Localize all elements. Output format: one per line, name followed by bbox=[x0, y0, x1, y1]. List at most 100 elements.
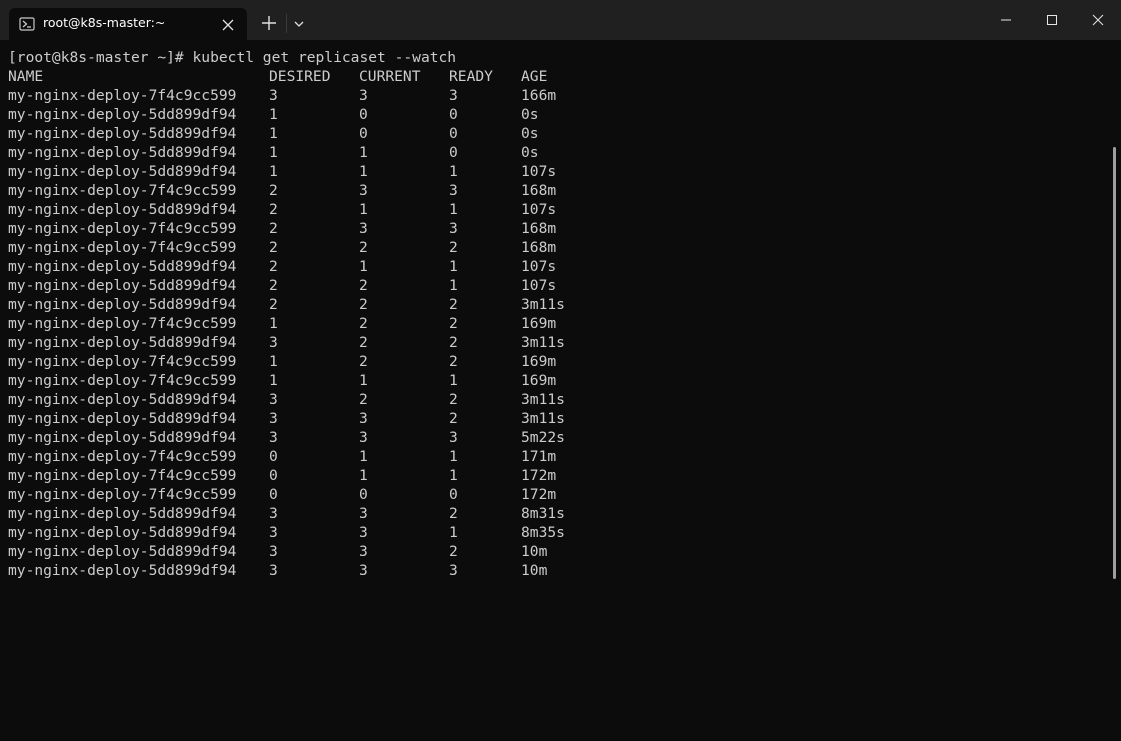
cell-current: 1 bbox=[359, 372, 368, 389]
cell-age: 107s bbox=[521, 277, 557, 294]
cell-current: 1 bbox=[359, 258, 368, 275]
cell-name: my-nginx-deploy-5dd899df94 bbox=[8, 505, 237, 522]
cell-age: 3m11s bbox=[521, 391, 565, 408]
cell-desired: 3 bbox=[269, 543, 278, 560]
maximize-button[interactable] bbox=[1029, 0, 1075, 40]
cell-ready: 0 bbox=[449, 144, 458, 161]
table-row: my-nginx-deploy-5dd899df94 1 0 0 0s bbox=[8, 105, 539, 124]
cell-current: 0 bbox=[359, 125, 368, 142]
cell-desired: 3 bbox=[269, 562, 278, 579]
minimize-button[interactable] bbox=[983, 0, 1029, 40]
cell-desired: 0 bbox=[269, 486, 278, 503]
cell-age: 3m11s bbox=[521, 334, 565, 351]
cell-desired: 1 bbox=[269, 125, 278, 142]
cell-age: 10m bbox=[521, 543, 548, 560]
cell-ready: 2 bbox=[449, 391, 458, 408]
cell-age: 172m bbox=[521, 467, 557, 484]
cell-age: 168m bbox=[521, 239, 557, 256]
table-row: my-nginx-deploy-5dd899df94 1 1 1 107s bbox=[8, 162, 556, 181]
table-row: my-nginx-deploy-5dd899df94 3 3 2 3m11s bbox=[8, 409, 565, 428]
cell-name: my-nginx-deploy-5dd899df94 bbox=[8, 334, 237, 351]
table-row: my-nginx-deploy-5dd899df94 2 1 1 107s bbox=[8, 257, 556, 276]
cell-name: my-nginx-deploy-7f4c9cc599 bbox=[8, 220, 237, 237]
cell-age: 8m31s bbox=[521, 505, 565, 522]
cell-current: 3 bbox=[359, 220, 368, 237]
cell-name: my-nginx-deploy-7f4c9cc599 bbox=[8, 182, 237, 199]
cell-ready: 0 bbox=[449, 106, 458, 123]
table-row: my-nginx-deploy-7f4c9cc599 1 1 1 169m bbox=[8, 371, 556, 390]
cell-name: my-nginx-deploy-7f4c9cc599 bbox=[8, 486, 237, 503]
cell-name: my-nginx-deploy-7f4c9cc599 bbox=[8, 87, 237, 104]
header-ready: READY bbox=[449, 68, 493, 85]
cell-current: 3 bbox=[359, 543, 368, 560]
cell-ready: 2 bbox=[449, 505, 458, 522]
cell-name: my-nginx-deploy-5dd899df94 bbox=[8, 144, 237, 161]
header-age: AGE bbox=[521, 68, 548, 85]
title-bar[interactable]: root@k8s-master:~ bbox=[0, 0, 1121, 40]
cell-current: 2 bbox=[359, 296, 368, 313]
cell-name: my-nginx-deploy-5dd899df94 bbox=[8, 296, 237, 313]
cell-age: 10m bbox=[521, 562, 548, 579]
cell-name: my-nginx-deploy-5dd899df94 bbox=[8, 410, 237, 427]
cell-current: 0 bbox=[359, 106, 368, 123]
table-row: my-nginx-deploy-5dd899df94 2 1 1 107s bbox=[8, 200, 556, 219]
cell-ready: 3 bbox=[449, 220, 458, 237]
cell-desired: 1 bbox=[269, 353, 278, 370]
cell-age: 0s bbox=[521, 106, 539, 123]
scrollbar[interactable] bbox=[1113, 147, 1116, 579]
table-row: my-nginx-deploy-5dd899df94 1 1 0 0s bbox=[8, 143, 539, 162]
cell-name: my-nginx-deploy-5dd899df94 bbox=[8, 106, 237, 123]
cell-ready: 2 bbox=[449, 315, 458, 332]
header-name: NAME bbox=[8, 68, 44, 85]
cell-age: 0s bbox=[521, 144, 539, 161]
cell-age: 169m bbox=[521, 315, 557, 332]
cell-ready: 1 bbox=[449, 372, 458, 389]
chevron-down-icon[interactable] bbox=[290, 14, 308, 34]
table-row: my-nginx-deploy-7f4c9cc599 2 2 2 168m bbox=[8, 238, 556, 257]
table-row: my-nginx-deploy-5dd899df94 3 3 2 8m31s bbox=[8, 504, 565, 523]
cell-current: 1 bbox=[359, 201, 368, 218]
cell-desired: 0 bbox=[269, 448, 278, 465]
cell-desired: 3 bbox=[269, 87, 278, 104]
tab-terminal[interactable]: root@k8s-master:~ bbox=[9, 8, 247, 40]
cell-name: my-nginx-deploy-5dd899df94 bbox=[8, 543, 237, 560]
cell-desired: 3 bbox=[269, 410, 278, 427]
cell-desired: 1 bbox=[269, 315, 278, 332]
close-button[interactable] bbox=[1075, 0, 1121, 40]
table-row: my-nginx-deploy-7f4c9cc599 1 2 2 169m bbox=[8, 352, 556, 371]
cell-current: 2 bbox=[359, 334, 368, 351]
cell-desired: 1 bbox=[269, 106, 278, 123]
cell-ready: 1 bbox=[449, 201, 458, 218]
cell-current: 3 bbox=[359, 524, 368, 541]
cell-desired: 2 bbox=[269, 182, 278, 199]
cell-age: 166m bbox=[521, 87, 557, 104]
cell-desired: 0 bbox=[269, 467, 278, 484]
table-row: my-nginx-deploy-5dd899df94 3 3 1 8m35s bbox=[8, 523, 565, 542]
minimize-icon bbox=[1001, 19, 1011, 21]
cell-desired: 1 bbox=[269, 163, 278, 180]
table-rows: my-nginx-deploy-7f4c9cc599 3 3 3 166m my-ngin… bbox=[8, 86, 565, 580]
cell-current: 2 bbox=[359, 353, 368, 370]
header-current: CURRENT bbox=[359, 68, 421, 85]
cell-ready: 3 bbox=[449, 182, 458, 199]
cell-current: 1 bbox=[359, 448, 368, 465]
cell-name: my-nginx-deploy-5dd899df94 bbox=[8, 163, 237, 180]
cell-age: 5m22s bbox=[521, 429, 565, 446]
cell-age: 172m bbox=[521, 486, 557, 503]
cell-desired: 3 bbox=[269, 429, 278, 446]
cell-age: 168m bbox=[521, 182, 557, 199]
cell-name: my-nginx-deploy-7f4c9cc599 bbox=[8, 353, 237, 370]
tab-title: root@k8s-master:~ bbox=[43, 15, 166, 30]
cell-ready: 1 bbox=[449, 467, 458, 484]
plus-icon[interactable] bbox=[259, 13, 279, 33]
table-row: my-nginx-deploy-5dd899df94 1 0 0 0s bbox=[8, 124, 539, 143]
terminal-output[interactable]: [root@k8s-master ~]# kubectl get replica… bbox=[0, 40, 1121, 741]
cell-name: my-nginx-deploy-5dd899df94 bbox=[8, 258, 237, 275]
cell-current: 2 bbox=[359, 239, 368, 256]
tab-close-icon[interactable] bbox=[217, 15, 239, 35]
cell-age: 168m bbox=[521, 220, 557, 237]
cell-current: 2 bbox=[359, 277, 368, 294]
table-row: my-nginx-deploy-5dd899df94 3 3 3 10m bbox=[8, 561, 547, 580]
powershell-terminal-icon bbox=[19, 16, 35, 32]
table-row: my-nginx-deploy-5dd899df94 2 2 1 107s bbox=[8, 276, 556, 295]
